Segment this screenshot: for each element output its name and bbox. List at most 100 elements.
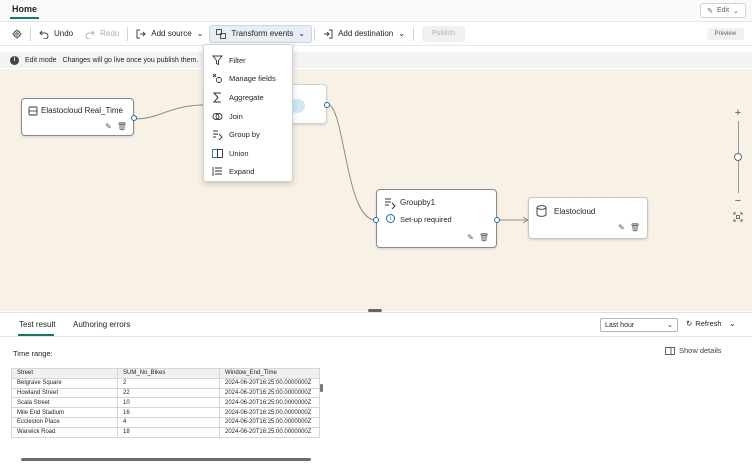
- table-cell: 4: [117, 416, 220, 428]
- output-port[interactable]: [131, 115, 137, 121]
- transform-icon: [216, 28, 227, 39]
- source-node[interactable]: Elastocloud Real_Time ✎ 🗑: [21, 98, 137, 136]
- menu-item-label: Manage fields: [229, 74, 276, 84]
- trash-icon[interactable]: 🗑: [117, 122, 127, 131]
- redo-icon: [85, 30, 95, 39]
- menu-item-manage-fields[interactable]: Manage fields: [204, 70, 292, 89]
- table-row: Howland Street 22 2024-06-20T16:25:00.00…: [11, 387, 320, 399]
- chevron-down-icon: ⌄: [196, 29, 204, 38]
- destination-node-actions: ✎ 🗑: [618, 223, 640, 232]
- show-details-label: Show details: [679, 346, 722, 355]
- table-row: Belgrave Square 2 2024-06-20T16:25:00.00…: [11, 377, 320, 389]
- vertical-scrollbar[interactable]: [320, 368, 324, 456]
- column-header-street[interactable]: Street: [11, 368, 118, 379]
- tab-authoring-errors[interactable]: Authoring errors: [73, 320, 130, 329]
- setup-info-icon: i: [386, 214, 395, 223]
- gear-icon: [12, 29, 22, 38]
- transform-events-button[interactable]: Transform events ⌄: [209, 24, 313, 43]
- result-table: Street SUM_No_Bikes Window_End_Time Belg…: [11, 368, 320, 438]
- edit-mode-label: Edit mode: [25, 56, 57, 64]
- settings-button[interactable]: [0, 25, 28, 43]
- manage-fields-icon: [212, 74, 222, 84]
- eventstream-canvas[interactable]: Elastocloud Real_Time ✎ 🗑 Groupby1 i Set…: [0, 69, 752, 311]
- edit-mode-button[interactable]: ✎ Edit ⌄: [700, 3, 746, 18]
- table-cell: Warwick Road: [11, 426, 118, 438]
- menu-item-union[interactable]: Union: [204, 144, 292, 163]
- toolbar-separator: [314, 26, 316, 41]
- destination-node[interactable]: Elastocloud ✎ 🗑: [528, 197, 648, 239]
- destination-node-title: Elastocloud: [554, 207, 596, 216]
- table-cell: 2024-06-20T16:25:00.0000000Z: [219, 397, 320, 409]
- toolbar-separator: [127, 26, 129, 41]
- menu-item-label: Expand: [229, 167, 255, 177]
- fit-to-screen-button[interactable]: [730, 209, 746, 225]
- trash-icon[interactable]: 🗑: [479, 233, 489, 242]
- redo-button[interactable]: Redo: [79, 25, 125, 43]
- result-grid: Street SUM_No_Bikes Window_End_Time Belg…: [11, 368, 324, 456]
- time-range-dropdown[interactable]: Last hour ⌄: [600, 318, 678, 332]
- menu-item-expand[interactable]: Expand: [204, 163, 292, 182]
- zoom-slider-track: [737, 121, 739, 153]
- table-row: Warwick Road 18 2024-06-20T16:25:00.0000…: [11, 426, 320, 438]
- menu-item-filter[interactable]: Filter: [204, 51, 292, 70]
- undo-icon: [39, 30, 49, 39]
- pencil-icon[interactable]: ✎: [467, 233, 474, 242]
- add-destination-label: Add destination: [338, 29, 394, 38]
- table-cell: Eccleston Place: [11, 416, 118, 428]
- menu-item-group-by[interactable]: Group by: [204, 125, 292, 144]
- tab-test-result[interactable]: Test result: [19, 320, 55, 329]
- pencil-icon: ✎: [707, 7, 713, 15]
- info-icon: i: [10, 55, 19, 65]
- menu-item-label: Group by: [229, 130, 260, 140]
- edge-source-to-stream: [134, 104, 206, 120]
- scrollbar-thumb[interactable]: [320, 384, 323, 392]
- menu-item-join[interactable]: Join: [204, 107, 292, 126]
- groupby-node-title: Groupby1: [400, 198, 436, 207]
- zoom-out-button[interactable]: −: [730, 193, 746, 209]
- chevron-down-icon: ⌄: [733, 7, 739, 15]
- add-destination-button[interactable]: Add destination ⌄: [317, 25, 411, 43]
- add-source-button[interactable]: Add source ⌄: [130, 25, 209, 43]
- table-cell: Scala Street: [11, 397, 118, 409]
- details-panel-icon: [665, 346, 675, 355]
- zoom-in-button[interactable]: +: [730, 105, 746, 121]
- zoom-slider-track: [737, 161, 739, 193]
- table-row: Scala Street 10 2024-06-20T16:25:00.0000…: [11, 397, 320, 409]
- chevron-down-icon: ⌄: [298, 29, 306, 38]
- toolbar-separator: [30, 26, 31, 41]
- table-cell: 2024-06-20T16:25:00.0000000Z: [219, 377, 320, 389]
- menu-item-label: Aggregate: [229, 92, 264, 102]
- show-details-button[interactable]: Show details: [665, 346, 722, 355]
- refresh-button[interactable]: ↻ Refresh: [686, 319, 722, 328]
- column-header-sum-no-bikes[interactable]: SUM_No_Bikes: [117, 368, 220, 379]
- trash-icon[interactable]: 🗑: [630, 223, 640, 232]
- table-header-row: Street SUM_No_Bikes Window_End_Time: [11, 368, 320, 379]
- input-port[interactable]: [373, 217, 379, 223]
- expand-icon: [212, 167, 222, 177]
- collapse-panel-chevron-icon[interactable]: ⌄: [729, 319, 736, 328]
- join-icon: [212, 112, 223, 120]
- menu-item-label: Join: [229, 111, 243, 121]
- table-cell: Mile End Stadium: [11, 407, 118, 418]
- scrollbar-thumb[interactable]: [21, 458, 311, 461]
- zoom-controls: + −: [728, 105, 748, 239]
- preview-button[interactable]: Preview: [706, 28, 744, 40]
- pencil-icon[interactable]: ✎: [105, 122, 112, 131]
- horizontal-scrollbar[interactable]: [11, 456, 324, 462]
- output-port[interactable]: [324, 102, 330, 108]
- output-port[interactable]: [494, 217, 500, 223]
- time-range-label: Time range:: [13, 349, 53, 358]
- transform-events-menu: Filter Manage fields Aggregate Join Grou…: [203, 44, 293, 182]
- tabs-divider: [0, 336, 752, 337]
- group-by-icon: [213, 130, 223, 141]
- groupby-node[interactable]: Groupby1 i Set-up required ✎ 🗑: [373, 189, 500, 248]
- publish-button[interactable]: Publish: [421, 25, 465, 42]
- undo-button[interactable]: Undo: [33, 25, 79, 43]
- table-cell: Belgrave Square: [11, 377, 118, 389]
- pencil-icon[interactable]: ✎: [618, 223, 625, 232]
- zoom-slider-thumb[interactable]: [734, 153, 742, 161]
- fit-screen-icon: [733, 212, 743, 222]
- menu-item-aggregate[interactable]: Aggregate: [204, 88, 292, 107]
- column-header-window-end-time[interactable]: Window_End_Time: [219, 368, 320, 379]
- tab-home[interactable]: Home: [12, 4, 37, 14]
